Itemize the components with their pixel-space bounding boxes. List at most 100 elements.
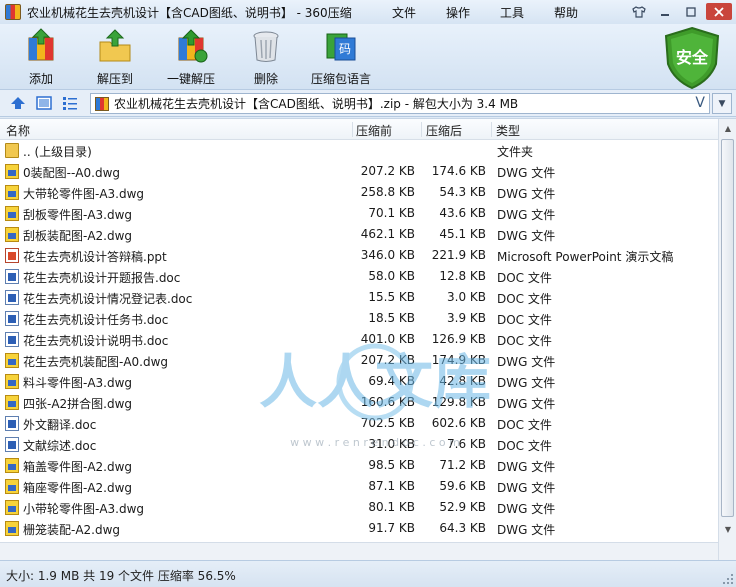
security-shield-icon[interactable]: 安全 (662, 26, 722, 90)
vertical-scrollbar[interactable]: ▲ ▼ (718, 119, 736, 561)
file-packed-size: 3.9 KB (447, 311, 486, 325)
menu-file[interactable]: 文件 (377, 4, 431, 21)
file-row[interactable]: 大带轮零件图-A3.dwg 258.8 KB 54.3 KB DWG 文件 (0, 182, 718, 203)
menu-help[interactable]: 帮助 (539, 4, 593, 21)
file-rows: .. (上级目录) 文件夹 0装配图--A0.dwg 207.2 KB 174.6 KB… (0, 140, 718, 561)
dwg-file-icon (5, 479, 19, 494)
list-header: 名称 压缩前 压缩后 类型 (0, 119, 718, 140)
file-type: Microsoft PowerPoint 演示文稿 (497, 250, 674, 264)
file-packed-size: 129.8 KB (431, 395, 486, 409)
address-input[interactable]: 农业机械花生去壳机设计【含CAD图纸、说明书】.zip - 解包大小为 3.4 … (90, 93, 710, 114)
file-packed-size: 54.3 KB (439, 185, 486, 199)
file-name: 栅笼装配-A2.dwg (23, 523, 121, 537)
chevron-down-icon: ▼ (718, 98, 726, 109)
horizontal-scrollbar[interactable] (0, 542, 718, 560)
address-dropdown-button[interactable]: ▼ (712, 93, 732, 114)
file-type: DWG 文件 (497, 376, 556, 390)
column-type[interactable]: 类型 (496, 122, 520, 139)
file-type: DOC 文件 (497, 271, 552, 285)
toolbar: 添加 解压到 一键解压 删除 码 压缩包语言 (0, 24, 736, 90)
file-packed-size: 59.6 KB (439, 479, 486, 493)
zip-language-button[interactable]: 码 压缩包语言 (306, 28, 376, 87)
scroll-thumb[interactable] (721, 139, 734, 517)
column-divider (491, 122, 492, 137)
file-size: 58.0 KB (368, 269, 415, 283)
file-row[interactable]: 栅笼装配-A2.dwg 91.7 KB 64.3 KB DWG 文件 (0, 518, 718, 539)
menu-operate[interactable]: 操作 (431, 4, 485, 21)
file-row[interactable]: 刮板零件图-A3.dwg 70.1 KB 43.6 KB DWG 文件 (0, 203, 718, 224)
maximize-icon[interactable] (680, 3, 702, 20)
file-name: 箱座零件图-A2.dwg (23, 481, 133, 495)
file-size: 18.5 KB (368, 311, 415, 325)
file-size: 31.0 KB (368, 437, 415, 451)
shirt-icon[interactable] (628, 3, 650, 20)
file-packed-size: 602.6 KB (431, 416, 486, 430)
file-size: 207.2 KB (360, 164, 415, 178)
file-row[interactable]: 花生去壳机设计说明书.doc 401.0 KB 126.9 KB DOC 文件 (0, 329, 718, 350)
file-row[interactable]: 花生去壳机设计答辩稿.ppt 346.0 KB 221.9 KB Microsoft … (0, 245, 718, 266)
scroll-down-icon[interactable]: ▼ (720, 521, 736, 538)
column-divider (421, 122, 422, 137)
column-name[interactable]: 名称 (6, 122, 30, 139)
file-size: 702.5 KB (360, 416, 415, 430)
file-type: DWG 文件 (497, 208, 556, 222)
file-type: DWG 文件 (497, 523, 556, 537)
svg-text:码: 码 (339, 42, 351, 56)
file-row[interactable]: 料斗零件图-A3.dwg 69.4 KB 42.8 KB DWG 文件 (0, 371, 718, 392)
file-type: DWG 文件 (497, 460, 556, 474)
file-row[interactable]: 花生去壳机设计情况登记表.doc 15.5 KB 3.0 KB DOC 文件 (0, 287, 718, 308)
file-row[interactable]: .. (上级目录) 文件夹 (0, 140, 718, 161)
file-name: 刮板零件图-A3.dwg (23, 208, 133, 222)
add-label: 添加 (28, 72, 53, 86)
resize-grip-icon[interactable] (722, 573, 734, 585)
file-name: 箱盖零件图-A2.dwg (23, 460, 133, 474)
delete-button[interactable]: 删除 (231, 28, 301, 87)
file-row[interactable]: 外文翻译.doc 702.5 KB 602.6 KB DOC 文件 (0, 413, 718, 434)
file-name: 外文翻译.doc (23, 418, 97, 432)
dwg-file-icon (5, 206, 19, 221)
dwg-file-icon (5, 521, 19, 536)
ppt-file-icon (5, 248, 19, 263)
column-size[interactable]: 压缩前 (356, 122, 392, 139)
file-type: DOC 文件 (497, 418, 552, 432)
doc-file-icon (5, 416, 19, 431)
one-click-extract-button[interactable]: 一键解压 (156, 28, 226, 87)
file-row[interactable]: 0装配图--A0.dwg 207.2 KB 174.6 KB DWG 文件 (0, 161, 718, 182)
file-row[interactable]: 刮板装配图-A2.dwg 462.1 KB 45.1 KB DWG 文件 (0, 224, 718, 245)
file-packed-size: 174.9 KB (431, 353, 486, 367)
file-name: 大带轮零件图-A3.dwg (23, 187, 145, 201)
extract-to-button[interactable]: 解压到 (80, 28, 150, 87)
file-row[interactable]: 花生去壳机装配图-A0.dwg 207.2 KB 174.9 KB DWG 文件 (0, 350, 718, 371)
address-path: 农业机械花生去壳机设计【含CAD图纸、说明书】.zip - 解包大小为 3.4 … (114, 97, 519, 111)
window-controls (628, 3, 732, 20)
file-size: 346.0 KB (360, 248, 415, 262)
zip-language-icon: 码 (323, 28, 359, 64)
thumbnail-view-icon[interactable] (36, 95, 52, 111)
file-name: 料斗零件图-A3.dwg (23, 376, 133, 390)
close-icon[interactable] (706, 3, 732, 20)
file-packed-size: 43.6 KB (439, 206, 486, 220)
up-arrow-icon[interactable] (10, 95, 26, 111)
file-type: DWG 文件 (497, 397, 556, 411)
file-type: DWG 文件 (497, 229, 556, 243)
file-row[interactable]: 文献综述.doc 31.0 KB 7.6 KB DOC 文件 (0, 434, 718, 455)
file-size: 87.1 KB (368, 479, 415, 493)
file-size: 401.0 KB (360, 332, 415, 346)
minimize-icon[interactable] (654, 3, 676, 20)
menu-tools[interactable]: 工具 (485, 4, 539, 21)
column-packed[interactable]: 压缩后 (426, 122, 462, 139)
title-bar: 农业机械花生去壳机设计【含CAD图纸、说明书】 - 360压缩 文件 操作 工具… (0, 0, 736, 24)
scroll-up-icon[interactable]: ▲ (720, 120, 736, 137)
file-row[interactable]: 箱座零件图-A2.dwg 87.1 KB 59.6 KB DWG 文件 (0, 476, 718, 497)
add-archive-icon (23, 28, 59, 64)
file-size: 15.5 KB (368, 290, 415, 304)
file-row[interactable]: 花生去壳机设计任务书.doc 18.5 KB 3.9 KB DOC 文件 (0, 308, 718, 329)
file-row[interactable]: 花生去壳机设计开题报告.doc 58.0 KB 12.8 KB DOC 文件 (0, 266, 718, 287)
file-row[interactable]: 箱盖零件图-A2.dwg 98.5 KB 71.2 KB DWG 文件 (0, 455, 718, 476)
file-row[interactable]: 小带轮零件图-A3.dwg 80.1 KB 52.9 KB DWG 文件 (0, 497, 718, 518)
list-view-icon[interactable] (62, 95, 78, 111)
file-size: 207.2 KB (360, 353, 415, 367)
add-button[interactable]: 添加 (6, 28, 76, 87)
file-row[interactable]: 四张-A2拼合图.dwg 160.6 KB 129.8 KB DWG 文件 (0, 392, 718, 413)
one-click-extract-label: 一键解压 (166, 72, 215, 86)
